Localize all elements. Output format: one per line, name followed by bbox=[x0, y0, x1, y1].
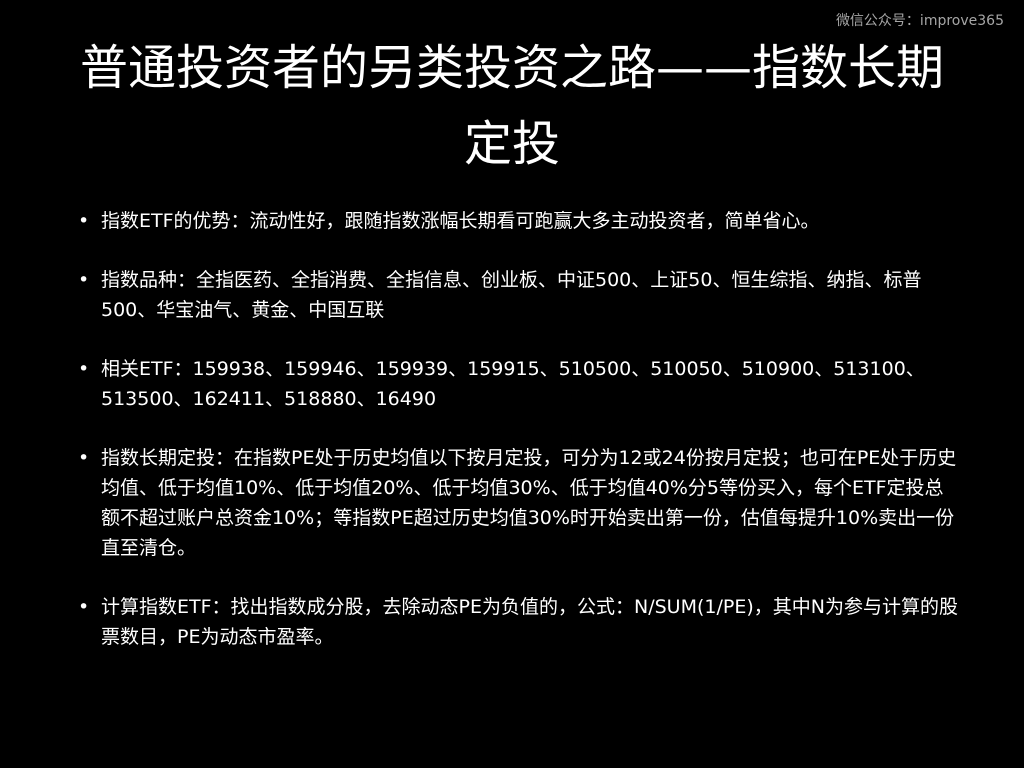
bullet-text: 相关ETF：159938、159946、159939、159915、510500… bbox=[101, 358, 925, 410]
bullet-list: • 指数ETF的优势：流动性好，跟随指数涨幅长期看可跑赢大多主动投资者，简单省心… bbox=[78, 206, 958, 681]
watermark: 微信公众号：improve365 bbox=[835, 13, 1004, 29]
slide-title: 普通投资者的另类投资之路——指数长期定投 bbox=[79, 40, 944, 172]
bullet-item-calculate-etf: • 计算指数ETF：找出指数成分股，去除动态PE为负值的，公式：N/SUM(1/… bbox=[78, 592, 958, 652]
bullet-dot-icon: • bbox=[78, 210, 90, 232]
bullet-text: 计算指数ETF：找出指数成分股，去除动态PE为负值的，公式：N/SUM(1/PE… bbox=[101, 596, 958, 648]
bullet-dot-icon: • bbox=[78, 447, 90, 469]
bullet-item-long-term-investing: • 指数长期定投：在指数PE处于历史均值以下按月定投，可分为12或24份按月定投… bbox=[78, 443, 958, 563]
bullet-item-index-varieties: • 指数品种：全指医药、全指消费、全指信息、创业板、中证500、上证50、恒生综… bbox=[78, 265, 958, 325]
bullet-dot-icon: • bbox=[78, 596, 90, 618]
bullet-text: 指数ETF的优势：流动性好，跟随指数涨幅长期看可跑赢大多主动投资者，简单省心。 bbox=[101, 210, 820, 232]
bullet-dot-icon: • bbox=[78, 358, 90, 380]
bullet-item-related-etf: • 相关ETF：159938、159946、159939、159915、5105… bbox=[78, 354, 958, 414]
bullet-item-advantages: • 指数ETF的优势：流动性好，跟随指数涨幅长期看可跑赢大多主动投资者，简单省心… bbox=[78, 206, 958, 236]
bullet-text: 指数长期定投：在指数PE处于历史均值以下按月定投，可分为12或24份按月定投；也… bbox=[101, 447, 957, 559]
bullet-text: 指数品种：全指医药、全指消费、全指信息、创业板、中证500、上证50、恒生综指、… bbox=[101, 269, 922, 321]
bullet-dot-icon: • bbox=[78, 269, 90, 291]
